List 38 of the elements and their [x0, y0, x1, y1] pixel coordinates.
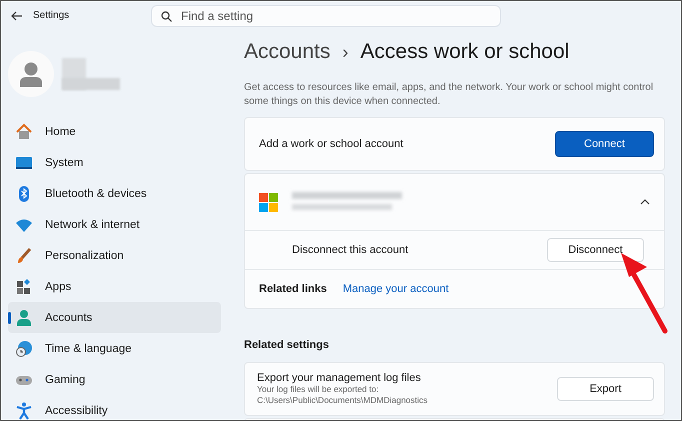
export-button[interactable]: Export — [557, 377, 654, 401]
page-description: Get access to resources like email, apps, and the network. Your work or school might control some things on this device when connected. — [244, 81, 654, 109]
chevron-icon[interactable] — [640, 199, 650, 205]
setting-description: Your log files will be exported to: C:\Users\Public\Documents\MDMDiagnostics — [257, 384, 429, 406]
nav-item[interactable]: Home — [8, 116, 221, 147]
disconnect-button[interactable]: Disconnect — [547, 238, 644, 262]
person-icon — [19, 61, 43, 87]
setting-label: Add a work or school account — [259, 138, 404, 150]
nav-item[interactable]: Apps — [8, 271, 221, 302]
setting-label: Disconnect this account — [291, 244, 410, 256]
search-field[interactable]: Find a setting — [151, 4, 501, 26]
blurred-name — [62, 58, 120, 90]
globe-clock-icon — [15, 340, 33, 358]
nav-item[interactable]: Gaming — [8, 364, 221, 395]
section-heading: Related settings — [244, 339, 330, 351]
manage-account-link[interactable]: Manage your account — [342, 283, 449, 295]
breadcrumb-separator: › — [342, 42, 348, 63]
nav-item[interactable]: Accessibility — [8, 395, 221, 420]
setting-label: Export your management log files — [257, 372, 422, 384]
breadcrumb-link[interactable]: Accounts — [244, 40, 330, 64]
connect-button[interactable]: Connect — [555, 131, 654, 157]
nav-item[interactable]: Network & internet — [8, 209, 221, 240]
nav-item[interactable]: Accounts — [8, 302, 221, 333]
nav-item[interactable]: Personalization — [8, 240, 221, 271]
apps-icon — [15, 278, 33, 296]
window-title: Settings — [33, 10, 70, 21]
nav-item[interactable]: Bluetooth & devices — [8, 178, 221, 209]
nav-item[interactable]: Time & language — [8, 333, 221, 364]
back-icon[interactable] — [11, 10, 23, 20]
page-title: Access work or school — [360, 40, 570, 64]
accessibility-icon — [15, 402, 33, 420]
related-links-label: Related links — [259, 283, 327, 295]
windows-logo-icon — [259, 192, 278, 212]
search-icon — [161, 10, 172, 22]
person-icon — [15, 308, 33, 326]
nav-item[interactable]: System — [8, 147, 221, 178]
paintbrush-icon — [15, 246, 33, 264]
home-icon — [15, 122, 33, 140]
